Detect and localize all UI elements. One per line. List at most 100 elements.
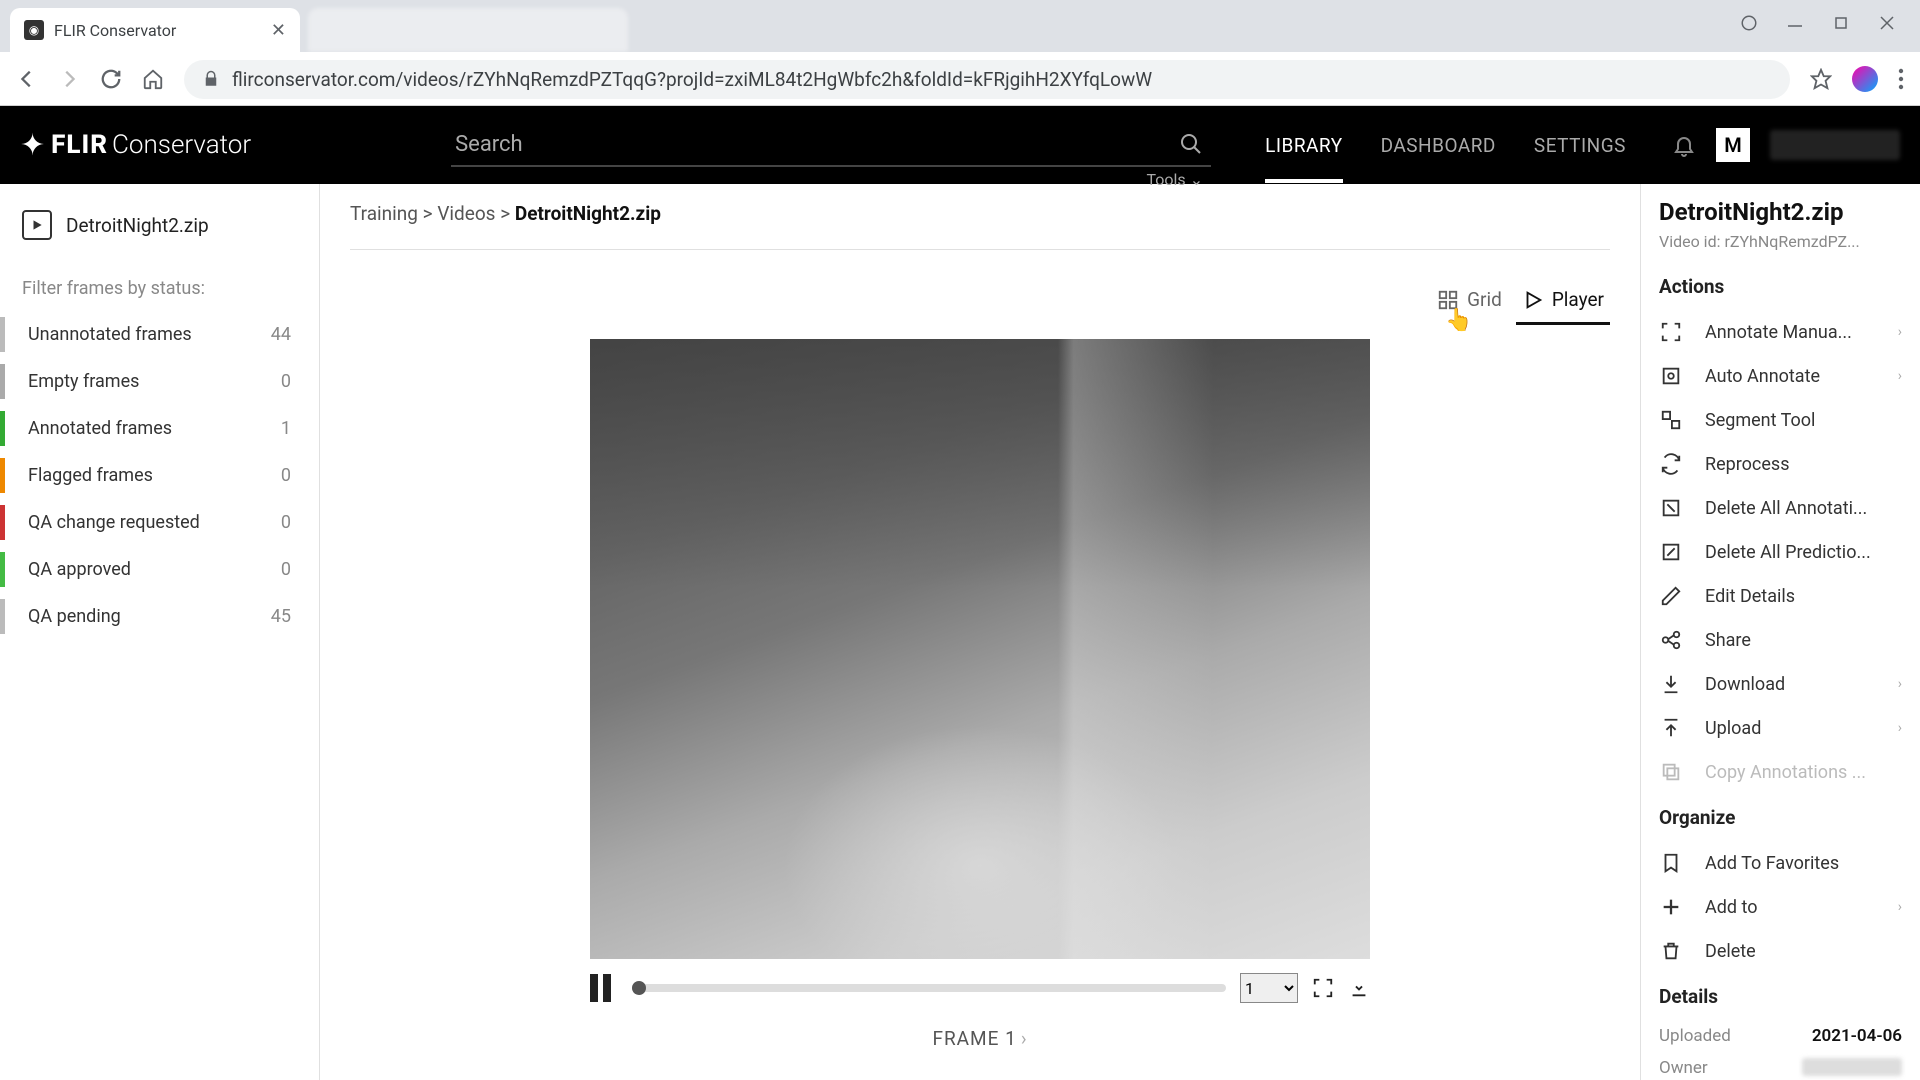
left-sidebar: DetroitNight2.zip Filter frames by statu… <box>0 184 320 1080</box>
search-input[interactable] <box>451 124 1211 167</box>
chevron-right-icon: › <box>1898 324 1902 340</box>
breadcrumb-training[interactable]: Training <box>350 202 418 225</box>
tab-bar: ◉ FLIR Conservator ✕ <box>0 0 1920 52</box>
filter-unannotated[interactable]: Unannotated frames44 <box>0 311 319 358</box>
user-name[interactable] <box>1770 130 1900 160</box>
breadcrumb-videos[interactable]: Videos <box>437 202 495 225</box>
filter-flagged[interactable]: Flagged frames0 <box>0 452 319 499</box>
file-name: DetroitNight2.zip <box>66 214 209 237</box>
address-bar: flirconservator.com/videos/rZYhNqRemzdPZ… <box>0 52 1920 106</box>
back-icon[interactable] <box>16 68 38 90</box>
share-icon <box>1659 628 1683 652</box>
action-reprocess[interactable]: Reprocess <box>1659 442 1902 486</box>
search-icon[interactable] <box>1179 132 1203 156</box>
close-window-icon[interactable] <box>1878 14 1896 32</box>
url-field[interactable]: flirconservator.com/videos/rZYhNqRemzdPZ… <box>184 60 1790 99</box>
window-controls <box>1716 0 1920 46</box>
timeline-slider[interactable] <box>632 984 1226 992</box>
chevron-down-icon: ⌄ <box>1190 170 1203 189</box>
bookmark-star-icon[interactable] <box>1810 68 1832 90</box>
notifications-icon[interactable] <box>1672 133 1696 157</box>
browser-tab-active[interactable]: ◉ FLIR Conservator ✕ <box>10 8 300 52</box>
incognito-icon <box>1740 14 1758 32</box>
filter-qa-pending[interactable]: QA pending45 <box>0 593 319 640</box>
sync-icon <box>1659 452 1683 476</box>
browser-tab-inactive[interactable] <box>308 8 628 52</box>
home-icon[interactable] <box>142 68 164 90</box>
action-download[interactable]: Download› <box>1659 662 1902 706</box>
chevron-right-icon: › <box>1898 720 1902 736</box>
forward-icon[interactable] <box>58 68 80 90</box>
view-grid-button[interactable]: Grid 👆 <box>1431 280 1508 319</box>
filter-header: Filter frames by status: <box>0 260 319 311</box>
view-player-button[interactable]: Player <box>1516 280 1610 319</box>
details-header: Details <box>1659 985 1902 1008</box>
expand-icon <box>1659 320 1683 344</box>
nav-settings[interactable]: SETTINGS <box>1534 108 1626 183</box>
menu-dots-icon[interactable] <box>1898 68 1904 90</box>
cursor-icon: 👆 <box>1445 308 1472 333</box>
tab-favicon-icon: ◉ <box>24 20 44 40</box>
action-edit-details[interactable]: Edit Details <box>1659 574 1902 618</box>
chevron-right-icon: › <box>1898 899 1902 915</box>
organize-delete[interactable]: Delete <box>1659 929 1902 973</box>
tools-dropdown[interactable]: Tools ⌄ <box>1147 170 1204 189</box>
video-frame[interactable] <box>590 339 1370 959</box>
detail-owner: Owner <box>1659 1052 1902 1080</box>
pause-button[interactable] <box>590 974 618 1002</box>
erase-icon <box>1659 496 1683 520</box>
action-annotate-manual[interactable]: Annotate Manua...› <box>1659 310 1902 354</box>
action-upload[interactable]: Upload› <box>1659 706 1902 750</box>
organize-header: Organize <box>1659 806 1902 829</box>
frame-label: FRAME 1› <box>932 1027 1027 1050</box>
breadcrumb-current: DetroitNight2.zip <box>515 202 661 225</box>
video-file-icon <box>22 210 52 240</box>
pencil-icon <box>1659 584 1683 608</box>
action-segment-tool[interactable]: Segment Tool <box>1659 398 1902 442</box>
current-file[interactable]: DetroitNight2.zip <box>0 202 319 260</box>
main-content: Training > Videos > DetroitNight2.zip Gr… <box>320 184 1640 1080</box>
reload-icon[interactable] <box>100 68 122 90</box>
filter-empty[interactable]: Empty frames0 <box>0 358 319 405</box>
organize-add-to[interactable]: Add to› <box>1659 885 1902 929</box>
user-avatar[interactable]: M <box>1716 128 1750 162</box>
nav-dashboard[interactable]: DASHBOARD <box>1381 108 1496 183</box>
minimize-icon[interactable] <box>1786 14 1804 32</box>
app-logo[interactable]: ✦ FLIR Conservator <box>20 128 251 163</box>
tab-close-icon[interactable]: ✕ <box>271 20 286 41</box>
action-delete-annotations[interactable]: Delete All Annotati... <box>1659 486 1902 530</box>
fullscreen-icon[interactable] <box>1312 977 1334 999</box>
speed-select[interactable]: 1 <box>1240 973 1298 1003</box>
filter-annotated[interactable]: Annotated frames1 <box>0 405 319 452</box>
download-frame-icon[interactable] <box>1348 977 1370 999</box>
nav-library[interactable]: LIBRARY <box>1265 108 1343 183</box>
upload-icon <box>1659 716 1683 740</box>
video-id: Video id: rZYhNqRemzdPZ... <box>1659 232 1902 251</box>
chevron-right-icon[interactable]: › <box>1021 1027 1028 1050</box>
copy-icon <box>1659 760 1683 784</box>
tab-title: FLIR Conservator <box>54 21 261 40</box>
chevron-right-icon: › <box>1898 676 1902 692</box>
player-controls: 1 <box>590 959 1370 1017</box>
action-delete-predictions[interactable]: Delete All Predictio... <box>1659 530 1902 574</box>
actions-header: Actions <box>1659 275 1902 298</box>
organize-add-favorites[interactable]: Add To Favorites <box>1659 841 1902 885</box>
details-title: DetroitNight2.zip <box>1659 198 1902 226</box>
logo-product: Conservator <box>112 130 251 160</box>
browser-chrome: ◉ FLIR Conservator ✕ flirconservator.com… <box>0 0 1920 106</box>
erase-pred-icon <box>1659 540 1683 564</box>
plus-icon <box>1659 895 1683 919</box>
profile-avatar-icon[interactable] <box>1852 66 1878 92</box>
chevron-right-icon: › <box>1898 368 1902 384</box>
auto-icon <box>1659 364 1683 388</box>
play-icon <box>1522 289 1544 311</box>
action-auto-annotate[interactable]: Auto Annotate› <box>1659 354 1902 398</box>
maximize-icon[interactable] <box>1832 14 1850 32</box>
view-toggle: Grid 👆 Player <box>350 280 1610 319</box>
url-text: flirconservator.com/videos/rZYhNqRemzdPZ… <box>232 68 1152 91</box>
action-share[interactable]: Share <box>1659 618 1902 662</box>
breadcrumb: Training > Videos > DetroitNight2.zip <box>350 198 1610 250</box>
filter-qa-approved[interactable]: QA approved0 <box>0 546 319 593</box>
bookmark-icon <box>1659 851 1683 875</box>
filter-qa-change[interactable]: QA change requested0 <box>0 499 319 546</box>
